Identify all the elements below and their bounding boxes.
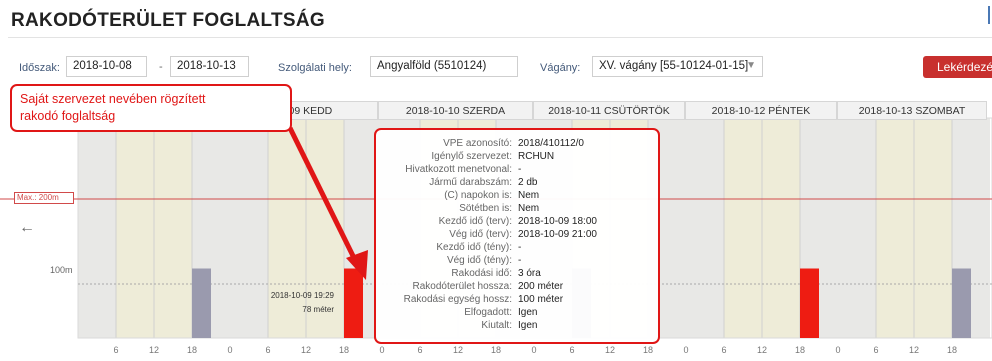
popup-key: Igénylő szervezet: [431, 151, 512, 162]
popup-key: Jármű darabszám: [429, 177, 512, 188]
popup-key: Hivatkozott menetvonal: [405, 164, 512, 175]
popup-key: (C) napokon is: [444, 190, 512, 201]
popup-key: Rakodóterület hossza: [412, 281, 512, 292]
popup-row: Kiutalt: Igen [376, 320, 658, 332]
popup-key: Kezdő idő (tény): [436, 242, 512, 253]
popup-row: Kezdő idő (tény): - [376, 242, 658, 254]
popup-value: Igen [518, 320, 538, 331]
popup-row: (C) napokon is: Nem [376, 190, 658, 202]
popup-value: 3 óra [518, 268, 541, 279]
popup-value: 2018-10-09 21:00 [518, 229, 597, 240]
popup-value: 2 db [518, 177, 538, 188]
popup-key: VPE azonosító: [443, 138, 512, 149]
popup-key: Rakodási egység hossz: [403, 294, 512, 305]
popup-value: - [518, 255, 522, 266]
popup-row: Jármű darabszám: 2 db [376, 177, 658, 189]
popup-value: - [518, 242, 522, 253]
occupancy-details-popup: VPE azonosító: 2018/410112/0 Igénylő szerv… [374, 128, 660, 344]
popup-key: Sötétben is: [459, 203, 512, 214]
popup-row: Vég idő (tény): - [376, 255, 658, 267]
popup-key: Kiutalt: [481, 320, 512, 331]
popup-value: 2018-10-09 18:00 [518, 216, 597, 227]
popup-value: RCHUN [518, 151, 555, 162]
popup-key: Rakodási idő: [451, 268, 512, 279]
popup-row: Kezdő idő (terv): 2018-10-09 18:00 [376, 216, 658, 228]
popup-row: Vég idő (terv): 2018-10-09 21:00 [376, 229, 658, 241]
popup-key: Vég idő (tény): [446, 255, 512, 266]
popup-row: Rakodási egység hossz: 100 méter [376, 294, 658, 306]
popup-row: Elfogadott: Igen [376, 307, 658, 319]
popup-key: Kezdő idő (terv): [438, 216, 512, 227]
popup-row: Hivatkozott menetvonal: - [376, 164, 658, 176]
popup-value: Igen [518, 307, 538, 318]
popup-row: VPE azonosító: 2018/410112/0 [376, 138, 658, 150]
popup-value: 100 méter [518, 294, 564, 305]
popup-key: Elfogadott: [464, 307, 512, 318]
popup-key: Vég idő (terv): [449, 229, 512, 240]
popup-value: 2018/410112/0 [518, 138, 584, 149]
popup-value: - [518, 164, 522, 175]
popup-row: Sötétben is: Nem [376, 203, 658, 215]
popup-row: Igénylő szervezet: RCHUN [376, 151, 658, 163]
popup-value: 200 méter [518, 281, 564, 292]
popup-value: Nem [518, 203, 540, 214]
popup-row: Rakodóterület hossza: 200 méter [376, 281, 658, 293]
popup-row: Rakodási idő: 3 óra [376, 268, 658, 280]
popup-value: Nem [518, 190, 540, 201]
